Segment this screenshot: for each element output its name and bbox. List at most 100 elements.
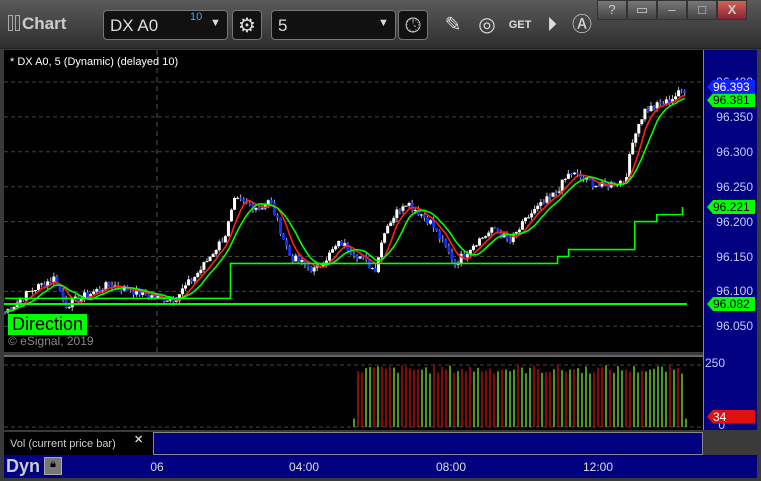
candle xyxy=(242,199,246,202)
candle xyxy=(465,254,469,258)
candle xyxy=(30,290,34,292)
candle xyxy=(233,198,237,210)
last-price-tag: 96.393 xyxy=(707,79,755,94)
candle xyxy=(395,209,399,218)
candle xyxy=(658,102,662,104)
candle xyxy=(220,241,224,243)
candle xyxy=(223,236,227,243)
candle xyxy=(165,300,169,302)
candle xyxy=(208,256,212,262)
close-button[interactable]: X xyxy=(717,0,747,20)
title-text: Chart xyxy=(22,14,67,33)
symbol-input[interactable]: DX A0 10 ▼ xyxy=(103,10,228,40)
candle xyxy=(95,289,99,292)
candle xyxy=(380,242,384,258)
pencil-icon[interactable]: ✎ xyxy=(438,10,468,40)
title-bar: Chart DX A0 10 ▼ ⚙ 5 ▼ 🕓︎ ✎ ◎ GET ⏵ Ⓐ ? … xyxy=(0,0,761,49)
candle xyxy=(180,288,184,295)
chevron-down-icon[interactable]: ▼ xyxy=(210,17,221,29)
candle xyxy=(199,269,203,273)
play-icon[interactable]: ⏵ xyxy=(537,10,567,40)
candle xyxy=(410,203,414,211)
candle xyxy=(438,230,442,240)
candle xyxy=(646,108,650,112)
candle xyxy=(649,105,653,112)
time-label: 04:00 xyxy=(288,460,320,474)
candle xyxy=(621,180,625,182)
candle xyxy=(419,214,423,216)
candle xyxy=(337,240,341,247)
candle xyxy=(551,192,555,197)
candle xyxy=(147,294,151,298)
candle xyxy=(447,246,451,253)
get-icon[interactable]: GET xyxy=(505,10,535,40)
time-axis[interactable]: Dyn 🔒︎ 06 04:00 08:00 12:00 xyxy=(4,455,757,478)
candle xyxy=(131,291,135,295)
candle xyxy=(422,214,426,218)
chevron-down-icon[interactable]: ▼ xyxy=(378,17,389,29)
dynamic-mode-label[interactable]: Dyn xyxy=(6,456,40,477)
candle xyxy=(211,254,215,257)
interval-select[interactable]: 5 ▼ xyxy=(271,10,396,40)
price-label: 96.150 xyxy=(716,249,753,264)
clock-icon[interactable]: 🕓︎ xyxy=(398,10,428,40)
candle xyxy=(398,209,402,211)
candle xyxy=(407,203,411,206)
candle xyxy=(33,290,37,292)
price-axis[interactable]: 96.40096.35096.30096.25096.20096.15096.1… xyxy=(703,50,757,432)
volume-pane[interactable] xyxy=(4,355,703,430)
price-label: 96.100 xyxy=(716,284,753,299)
candle xyxy=(539,202,543,206)
candle xyxy=(239,197,243,200)
candle xyxy=(202,262,206,270)
window-title: Chart xyxy=(8,14,66,34)
candle xyxy=(591,180,595,188)
study-icon[interactable]: ◎ xyxy=(472,10,502,40)
candle xyxy=(184,285,188,289)
candle xyxy=(569,173,573,175)
symbol-value: DX A0 xyxy=(110,16,159,35)
red-moving-average xyxy=(4,94,686,314)
time-label: 08:00 xyxy=(435,460,467,474)
candle xyxy=(285,239,289,247)
restore-menu-button[interactable]: ▭ xyxy=(627,0,657,20)
close-icon[interactable]: ✕ xyxy=(134,433,143,446)
alert-icon[interactable]: Ⓐ xyxy=(567,10,597,40)
candle xyxy=(462,253,466,258)
volume-legend-bar xyxy=(153,432,703,455)
candle xyxy=(43,283,47,287)
candle xyxy=(683,90,687,93)
candle xyxy=(542,202,546,204)
candle xyxy=(128,290,132,292)
candle xyxy=(478,238,482,246)
candle xyxy=(487,232,491,237)
price-chart[interactable]: * DX A0, 5 (Dynamic) (delayed 10) Direct… xyxy=(4,50,703,352)
price-label: 96.300 xyxy=(716,144,753,159)
stop-value-tag: 96.221 xyxy=(707,199,755,214)
candle xyxy=(386,225,390,234)
candle xyxy=(327,252,331,261)
settings-gear-icon[interactable]: ⚙ xyxy=(232,10,262,40)
candle xyxy=(450,252,454,261)
candle xyxy=(40,283,44,285)
candle xyxy=(533,209,537,214)
candle xyxy=(309,266,313,272)
lock-icon[interactable]: 🔒︎ xyxy=(44,457,62,475)
candle xyxy=(557,191,561,193)
minimize-button[interactable]: – xyxy=(657,0,687,20)
help-button[interactable]: ? xyxy=(597,0,627,20)
candle xyxy=(190,279,194,282)
candle xyxy=(248,202,252,205)
candle xyxy=(490,227,494,233)
candle xyxy=(297,255,301,262)
candle xyxy=(229,209,233,222)
candle xyxy=(272,202,276,216)
candle xyxy=(637,124,641,134)
candle xyxy=(282,234,286,240)
maximize-button[interactable]: □ xyxy=(687,0,717,20)
candle xyxy=(291,255,295,262)
candle xyxy=(631,142,635,155)
time-label: 06 xyxy=(150,460,164,474)
candle xyxy=(496,228,500,232)
price-plot xyxy=(4,50,703,352)
